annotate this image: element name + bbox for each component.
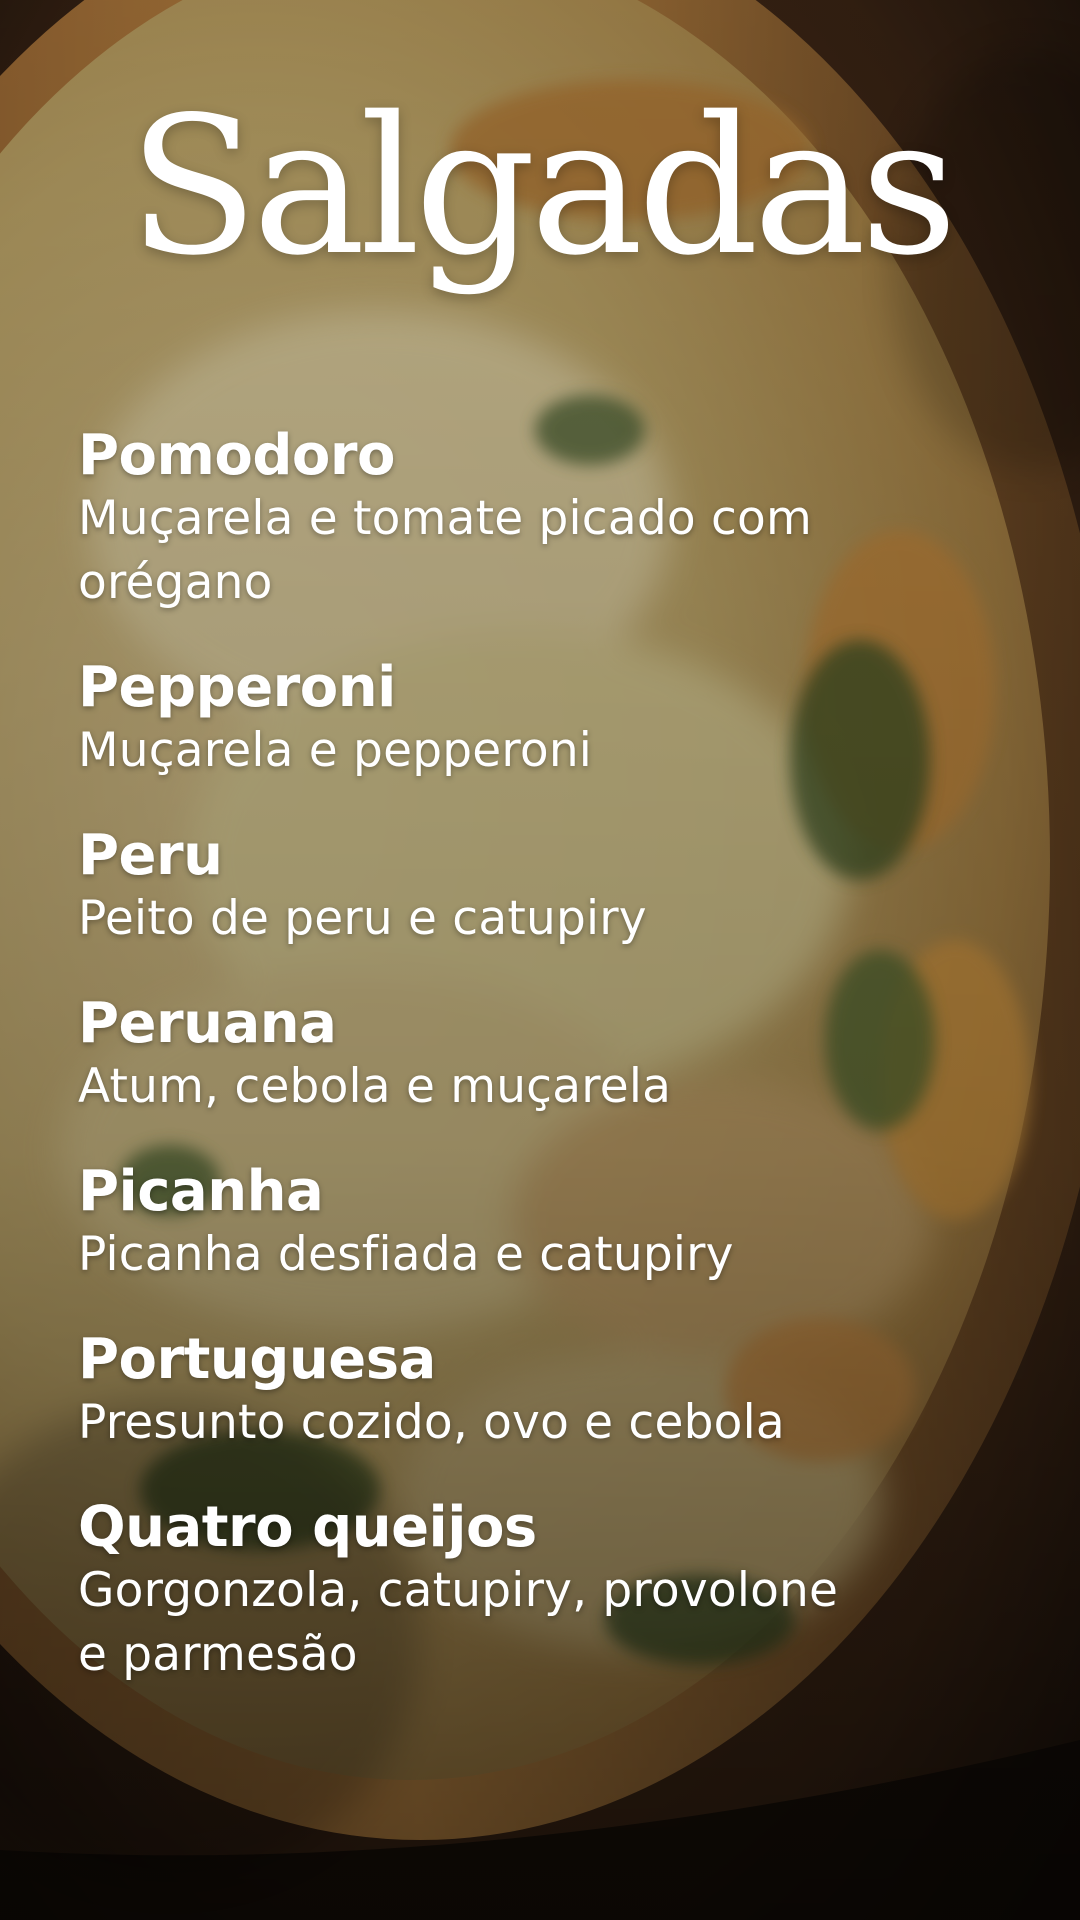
menu-item: Peru Peito de peru e catupiry	[78, 825, 878, 951]
menu-item-name: Peru	[78, 823, 223, 888]
page-title: Salgadas	[128, 76, 958, 297]
menu-item-description: Peito de peru e catupiry	[78, 891, 647, 946]
menu-item-description: Presunto cozido, ovo e cebola	[78, 1395, 785, 1450]
menu-item-description: Muçarela e tomate picado com orégano	[78, 491, 812, 610]
menu-item-name: Peruana	[78, 991, 337, 1056]
menu-item: Pomodoro Muçarela e tomate picado com or…	[78, 425, 878, 615]
menu-item-name: Picanha	[78, 1159, 324, 1224]
menu-item-name: Quatro queijos	[78, 1495, 537, 1560]
menu-item: Picanha Picanha desfiada e catupiry	[78, 1161, 878, 1287]
menu-item: Peruana Atum, cebola e muçarela	[78, 993, 878, 1119]
menu-item-description: Muçarela e pepperoni	[78, 723, 593, 778]
menu-content: Salgadas Pomodoro Muçarela e tomate pica…	[0, 0, 1080, 1920]
menu-item: Pepperoni Muçarela e pepperoni	[78, 657, 878, 783]
menu-item: Portuguesa Presunto cozido, ovo e cebola	[78, 1329, 878, 1455]
menu-item-description: Gorgonzola, catupiry, provolone e parmes…	[78, 1563, 839, 1682]
menu-item-description: Picanha desfiada e catupiry	[78, 1227, 734, 1282]
menu-list: Pomodoro Muçarela e tomate picado com or…	[78, 425, 878, 1729]
menu-item-description: Atum, cebola e muçarela	[78, 1059, 672, 1114]
menu-item: Quatro queijos Gorgonzola, catupiry, pro…	[78, 1497, 878, 1687]
menu-item-name: Pepperoni	[78, 655, 396, 720]
menu-item-name: Pomodoro	[78, 423, 396, 488]
menu-item-name: Portuguesa	[78, 1327, 436, 1392]
